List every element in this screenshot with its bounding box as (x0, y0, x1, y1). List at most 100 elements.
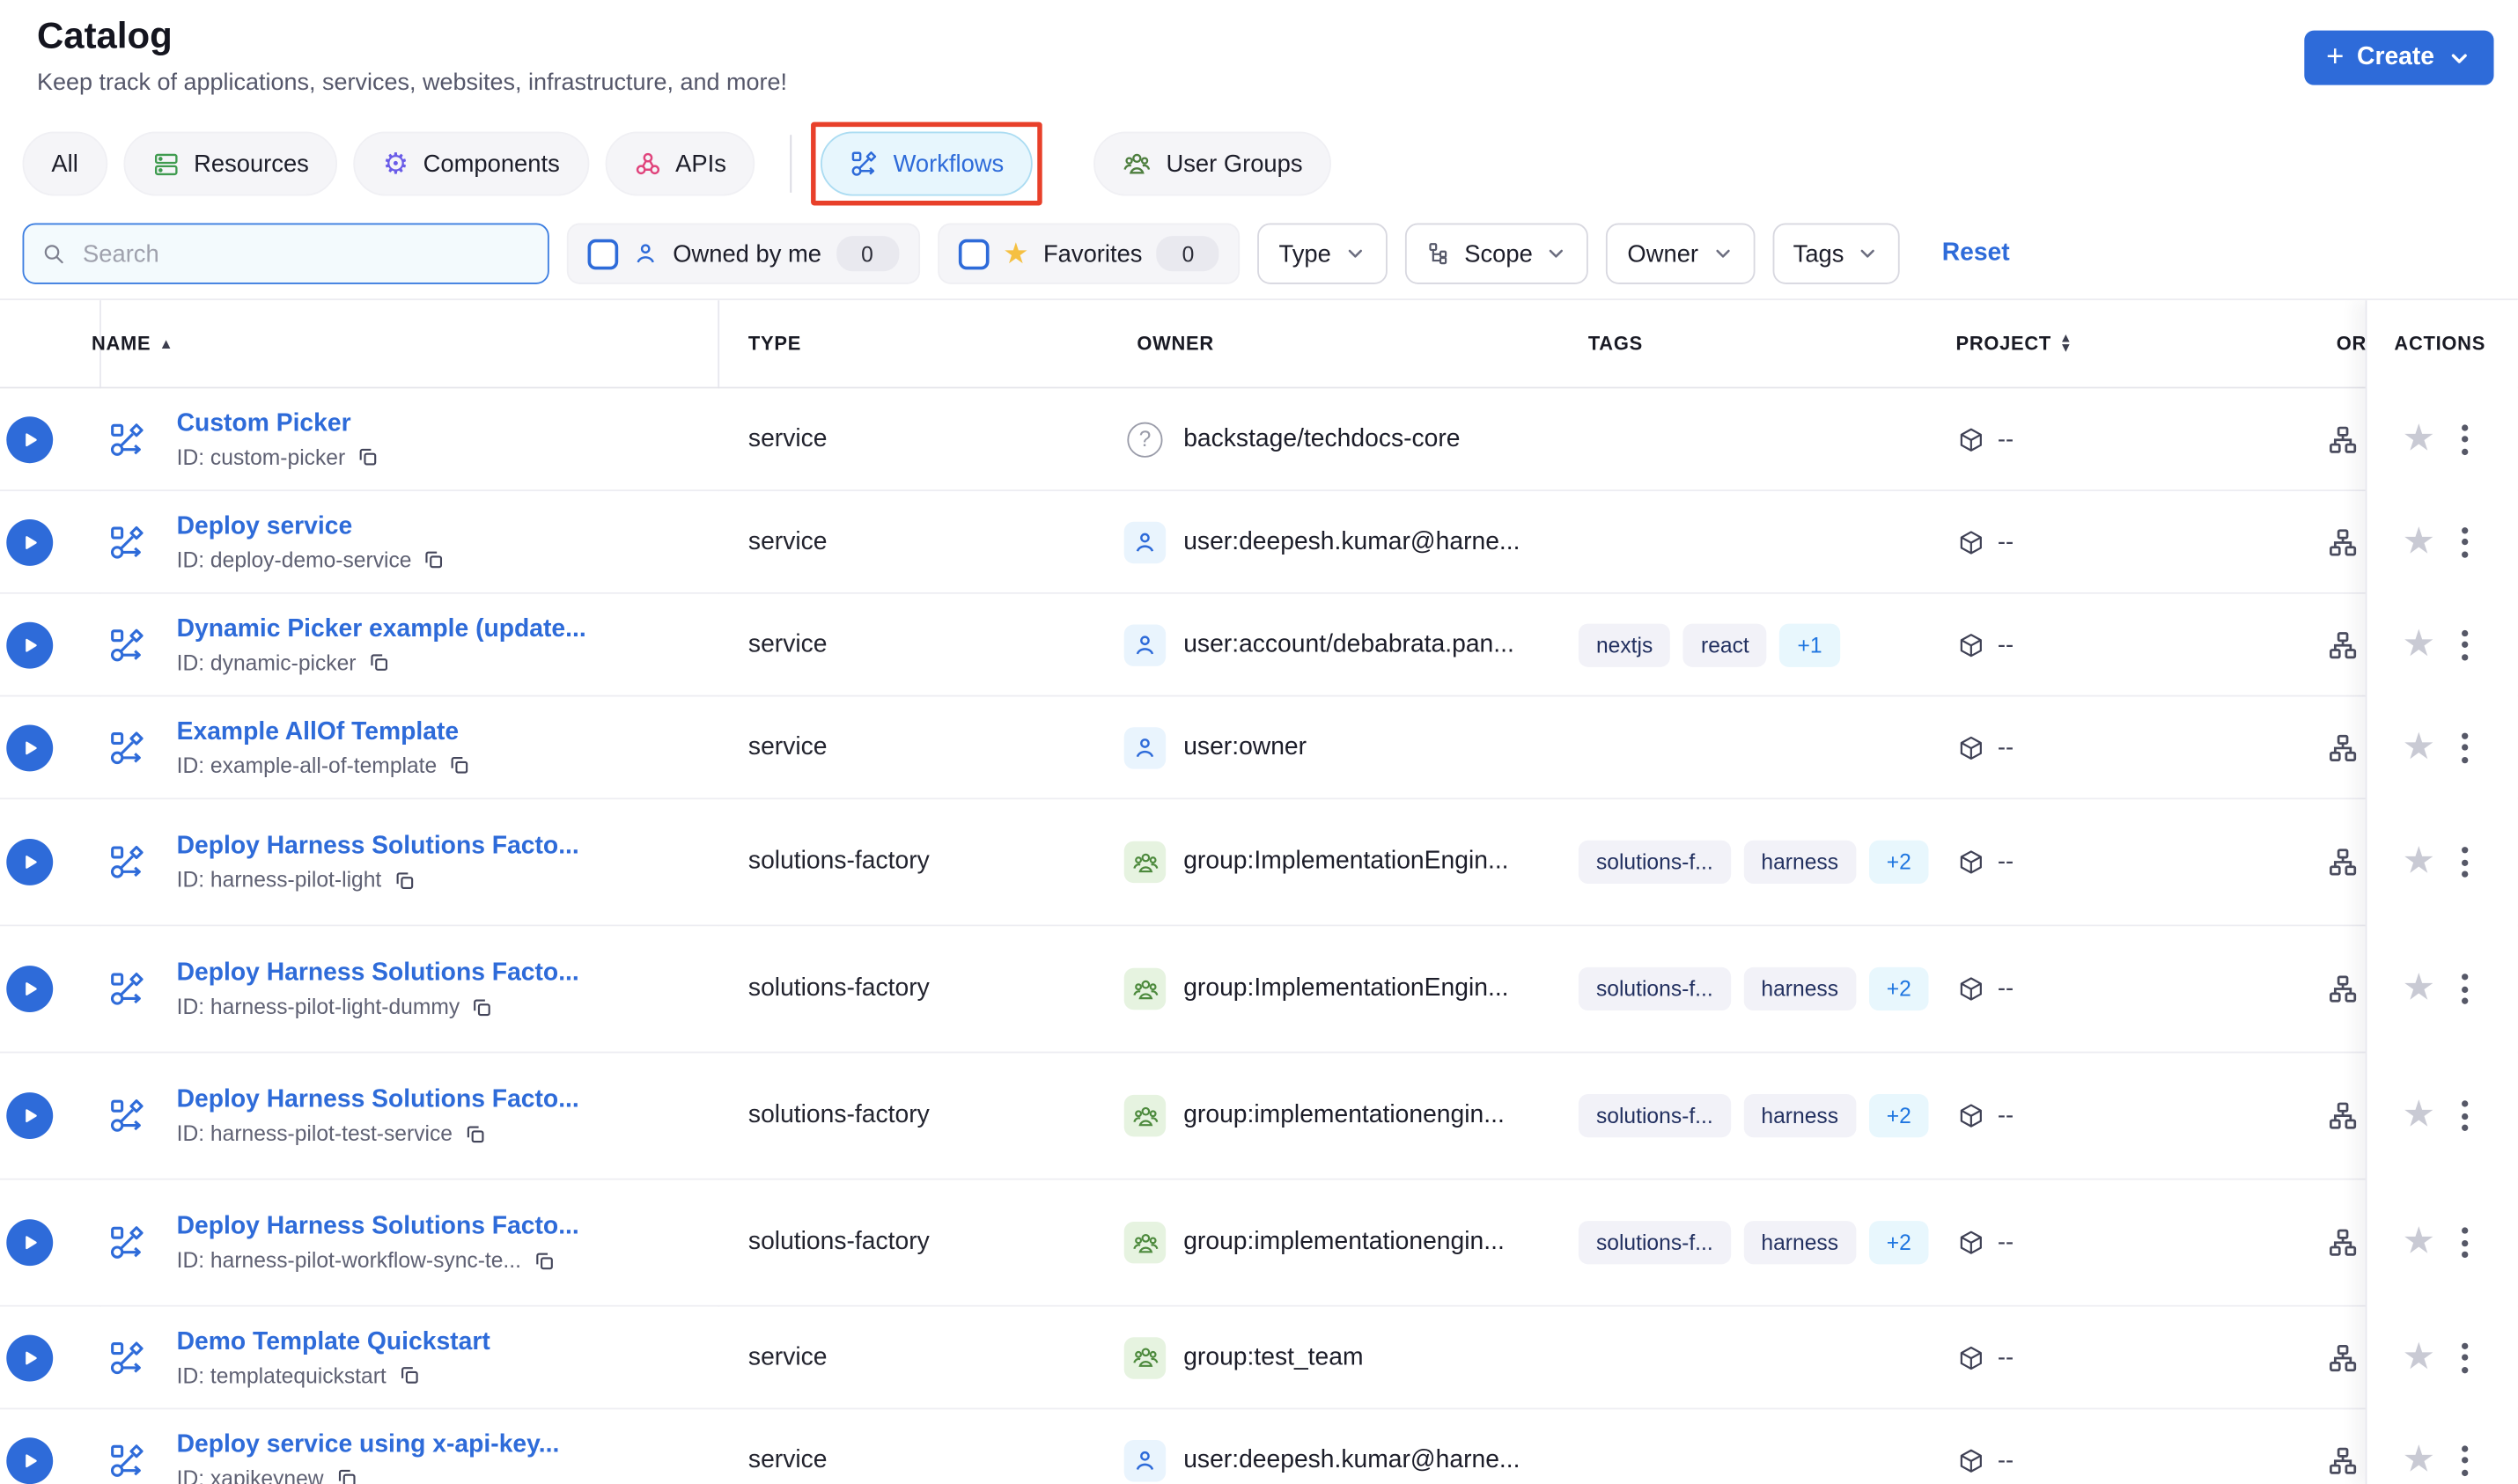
workflow-row: Deploy Harness Solutions Facto... ID: ha… (0, 1179, 2518, 1307)
run-workflow-button[interactable] (6, 838, 54, 885)
run-workflow-button[interactable] (6, 1219, 54, 1267)
favorites-filter[interactable]: ★ Favorites 0 (937, 223, 1241, 284)
copy-id-button[interactable] (398, 1363, 421, 1386)
tab-workflows[interactable]: Workflows (821, 131, 1034, 196)
tab-all-label: All (51, 150, 78, 178)
org-hierarchy-button[interactable] (2327, 846, 2359, 878)
favorite-star-button[interactable]: ★ (2403, 970, 2436, 1008)
tab-resources[interactable]: Resources (122, 131, 338, 196)
run-workflow-button[interactable] (6, 724, 54, 771)
favorite-star-button[interactable]: ★ (2403, 1223, 2436, 1261)
type-dropdown[interactable]: Type (1257, 223, 1388, 284)
run-workflow-button[interactable] (6, 1333, 54, 1381)
kebab-menu-button[interactable] (2456, 727, 2472, 768)
column-header-name[interactable]: NAME ▲ (92, 300, 173, 386)
chevron-down-icon (1348, 249, 1362, 258)
favorites-checkbox[interactable] (958, 238, 989, 269)
kebab-menu-button[interactable] (2456, 1337, 2472, 1377)
copy-id-button[interactable] (367, 651, 390, 674)
kebab-menu-button[interactable] (2456, 1223, 2472, 1263)
tab-components[interactable]: ⚙ Components (353, 131, 589, 196)
run-workflow-button[interactable] (6, 518, 54, 566)
workflow-name-link[interactable]: Deploy service (177, 511, 445, 541)
workflow-name-link[interactable]: Deploy Harness Solutions Facto... (177, 831, 579, 862)
run-workflow-button[interactable] (6, 415, 54, 463)
workflow-name-link[interactable]: Example AllOf Template (177, 716, 471, 746)
org-hierarchy-button[interactable] (2327, 1099, 2359, 1131)
favorite-star-button[interactable]: ★ (2403, 1338, 2436, 1376)
more-tags-pill[interactable]: +2 (1868, 1221, 1929, 1265)
copy-id-button[interactable] (471, 995, 494, 1018)
copy-id-button[interactable] (357, 445, 379, 468)
play-icon (26, 535, 37, 548)
kebab-menu-button[interactable] (2456, 522, 2472, 562)
org-hierarchy-button[interactable] (2327, 423, 2359, 455)
project-value: -- (1997, 425, 2014, 453)
copy-id-button[interactable] (448, 753, 471, 776)
create-button[interactable]: + Create (2303, 30, 2494, 85)
run-workflow-button[interactable] (6, 966, 54, 1012)
more-tags-pill[interactable]: +1 (1779, 622, 1840, 666)
plus-icon: + (2326, 40, 2345, 74)
column-header-project[interactable]: PROJECT ▲ ▼ (1956, 300, 2073, 386)
favorite-star-button[interactable]: ★ (2403, 728, 2436, 766)
workflow-name-link[interactable]: Custom Picker (177, 408, 379, 438)
project-cell: -- (1957, 425, 2014, 452)
more-tags-pill[interactable]: +2 (1868, 966, 1929, 1011)
kebab-menu-button[interactable] (2456, 624, 2472, 665)
tags-cell: solutions-f... harness +2 (1578, 840, 1932, 885)
org-hierarchy-button[interactable] (2327, 731, 2359, 763)
owner-cell: ? group:ImplementationEngin... (1123, 967, 1509, 1010)
tab-all[interactable]: All (22, 131, 107, 196)
scope-dropdown[interactable]: Scope (1404, 223, 1589, 284)
reset-filters-link[interactable]: Reset (1942, 239, 2010, 268)
workflow-name-link[interactable]: Deploy Harness Solutions Facto... (177, 1211, 579, 1242)
column-header-actions: ACTIONS (2394, 332, 2486, 356)
run-workflow-button[interactable] (6, 1436, 54, 1484)
copy-id-button[interactable] (335, 1466, 357, 1484)
org-hierarchy-button[interactable] (2327, 1226, 2359, 1258)
workflow-name-link[interactable]: Deploy service using x-api-key... (177, 1429, 560, 1459)
kebab-menu-button[interactable] (2456, 1440, 2472, 1480)
search-input[interactable] (79, 238, 530, 269)
favorite-star-button[interactable]: ★ (2403, 843, 2436, 880)
workflow-icon (107, 1338, 146, 1377)
favorite-star-button[interactable]: ★ (2403, 1441, 2436, 1479)
more-tags-pill[interactable]: +2 (1868, 1093, 1929, 1138)
package-icon (1960, 977, 1982, 1001)
copy-id-button[interactable] (533, 1249, 556, 1272)
org-hierarchy-button[interactable] (2327, 973, 2359, 1004)
tab-user-groups[interactable]: User Groups (1093, 131, 1332, 196)
run-workflow-button[interactable] (6, 621, 54, 668)
owner-cell: ? user:deepesh.kumar@harne... (1123, 1439, 1520, 1481)
owned-by-me-checkbox[interactable] (587, 238, 619, 269)
kebab-menu-button[interactable] (2456, 1096, 2472, 1136)
org-hierarchy-button[interactable] (2327, 1341, 2359, 1373)
actions-cell: ★ (2403, 1096, 2473, 1136)
favorite-star-button[interactable]: ★ (2403, 523, 2436, 561)
favorite-star-button[interactable]: ★ (2403, 1097, 2436, 1135)
org-hierarchy-button[interactable] (2327, 1444, 2359, 1476)
workflow-name-link[interactable]: Deploy Harness Solutions Facto... (177, 958, 579, 988)
favorite-star-button[interactable]: ★ (2403, 420, 2436, 458)
kebab-menu-button[interactable] (2456, 969, 2472, 1010)
more-tags-pill[interactable]: +2 (1868, 840, 1929, 885)
workflow-name-link[interactable]: Deploy Harness Solutions Facto... (177, 1084, 579, 1115)
kebab-menu-button[interactable] (2456, 419, 2472, 459)
owner-dropdown[interactable]: Owner (1606, 223, 1755, 284)
tags-dropdown[interactable]: Tags (1771, 223, 1901, 284)
copy-id-button[interactable] (464, 1122, 487, 1145)
owned-by-me-filter[interactable]: Owned by me 0 (566, 223, 920, 284)
org-hierarchy-button[interactable] (2327, 628, 2359, 660)
type-cell: solutions-factory (747, 1228, 930, 1256)
copy-id-button[interactable] (393, 869, 416, 892)
favorite-star-button[interactable]: ★ (2403, 625, 2436, 663)
workflow-name-link[interactable]: Dynamic Picker example (update... (177, 613, 586, 644)
run-workflow-button[interactable] (6, 1092, 54, 1140)
tab-apis[interactable]: APIs (604, 131, 755, 196)
workflow-name-link[interactable]: Demo Template Quickstart (177, 1326, 490, 1357)
org-hierarchy-button[interactable] (2327, 525, 2359, 557)
kebab-menu-button[interactable] (2456, 842, 2472, 883)
copy-id-button[interactable] (423, 548, 445, 571)
play-icon (26, 432, 37, 446)
